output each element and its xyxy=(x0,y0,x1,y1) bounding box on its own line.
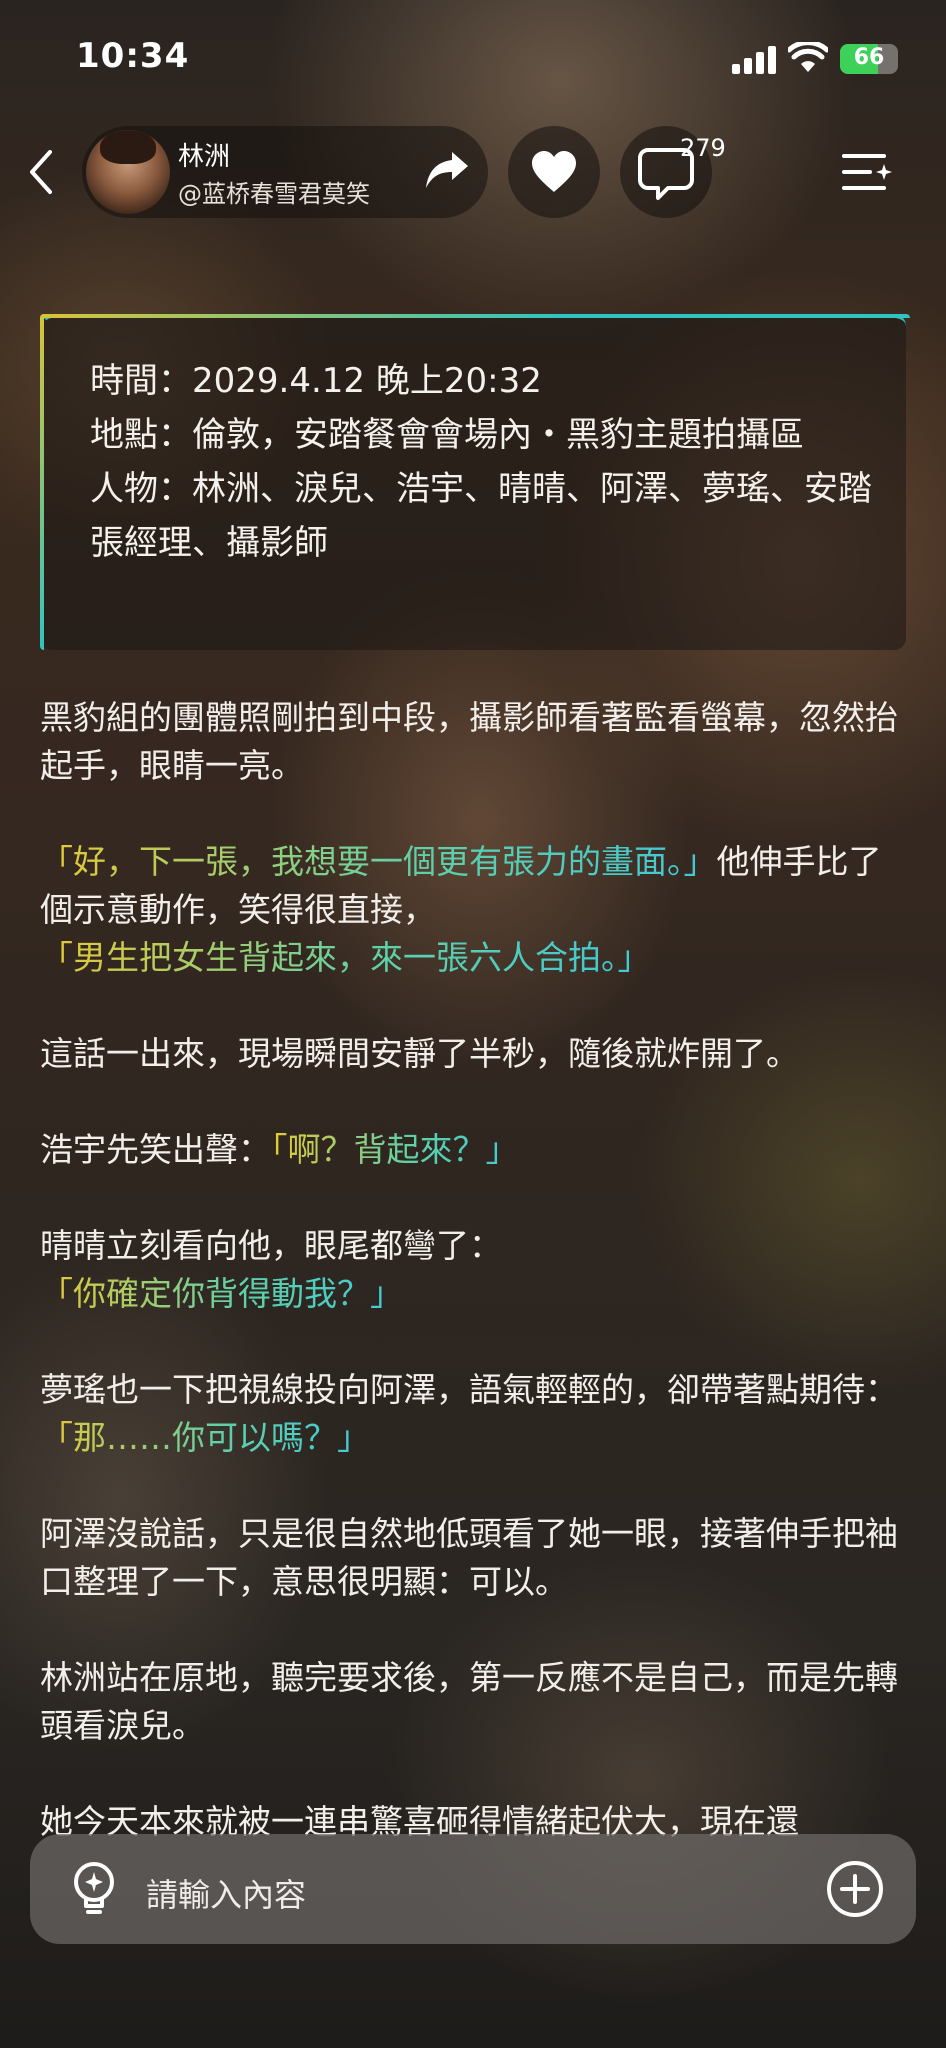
lightbulb-icon[interactable] xyxy=(66,1860,122,1918)
comment-input-bar[interactable]: 請輸入內容 xyxy=(30,1834,916,1944)
battery-icon: 66 xyxy=(840,44,898,74)
comment-count: 279 xyxy=(680,134,726,162)
plus-circle-icon[interactable] xyxy=(826,1860,884,1918)
status-time: 10:34 xyxy=(76,36,190,76)
scene-place: 地點：倫敦，安踏餐會會場內・黑豹主題拍攝區 xyxy=(90,415,804,455)
story-paragraph: 晴晴立刻看向他，眼尾都彎了： 「你確定你背得動我？」 xyxy=(40,1222,906,1318)
scene-time: 時間：2029.4.12 晚上20:32 xyxy=(90,361,542,401)
story-paragraph: 林洲站在原地，聽完要求後，第一反應不是自己，而是先轉頭看淚兒。 xyxy=(40,1658,898,1745)
scene-people: 人物：林洲、淚兒、浩宇、晴晴、阿澤、夢瑤、安踏張經理、攝影師 xyxy=(90,469,872,563)
comment-input[interactable]: 請輸入內容 xyxy=(146,1870,306,1916)
status-bar: 10:34 66 xyxy=(0,0,946,110)
battery-level: 66 xyxy=(853,45,885,70)
dialogue: 「男生把女生背起來，來一張六人合拍。」 xyxy=(40,938,651,977)
avatar[interactable] xyxy=(86,130,170,214)
dialogue: 「那……你可以嗎？」 xyxy=(40,1418,370,1457)
story-paragraph: 「好，下一張，我想要一個更有張力的畫面。」他伸手比了個示意動作，笑得很直接， 「… xyxy=(40,838,906,982)
dialogue: 「好，下一張，我想要一個更有張力的畫面。」 xyxy=(40,842,717,881)
author-card[interactable]: 林洲 @蓝桥春雪君莫笑 xyxy=(82,126,488,218)
share-icon[interactable] xyxy=(422,148,472,192)
narration: 浩宇先笑出聲： xyxy=(40,1130,271,1169)
story-paragraph: 黑豹組的團體照剛拍到中段，攝影師看著監看螢幕，忽然抬起手，眼睛一亮。 xyxy=(40,698,898,785)
story-paragraph: 夢瑤也一下把視線投向阿澤，語氣輕輕的，卻帶著點期待： 「那……你可以嗎？」 xyxy=(40,1366,906,1462)
signal-icon xyxy=(732,46,776,74)
author-handle: @蓝桥春雪君莫笑 xyxy=(178,180,370,208)
story-content: 黑豹組的團體照剛拍到中段，攝影師看著監看螢幕，忽然抬起手，眼睛一亮。 「好，下一… xyxy=(40,694,906,1894)
narration: 夢瑤也一下把視線投向阿澤，語氣輕輕的，卻帶著點期待： xyxy=(40,1370,898,1409)
dialogue: 「你確定你背得動我？」 xyxy=(40,1274,403,1313)
author-name: 林洲 xyxy=(178,142,231,172)
scene-info-card: 時間：2029.4.12 晚上20:32 地點：倫敦，安踏餐會會場內・黑豹主題拍… xyxy=(40,314,910,650)
back-arrow-icon[interactable] xyxy=(20,146,62,198)
wifi-icon xyxy=(788,42,828,72)
narration: 晴晴立刻看向他，眼尾都彎了： xyxy=(40,1226,502,1265)
top-nav: 林洲 @蓝桥春雪君莫笑 279 xyxy=(0,126,946,218)
like-button[interactable] xyxy=(508,126,600,218)
dialogue: 「啊？背起來？」 xyxy=(271,1130,519,1169)
menu-list-icon[interactable] xyxy=(840,148,896,196)
heart-icon xyxy=(532,151,576,192)
story-paragraph: 阿澤沒說話，只是很自然地低頭看了她一眼，接著伸手把袖口整理了一下，意思很明顯：可… xyxy=(40,1514,898,1601)
story-paragraph: 這話一出來，現場瞬間安靜了半秒，隨後就炸開了。 xyxy=(40,1034,799,1073)
story-paragraph: 浩宇先笑出聲：「啊？背起來？」 xyxy=(40,1126,906,1174)
